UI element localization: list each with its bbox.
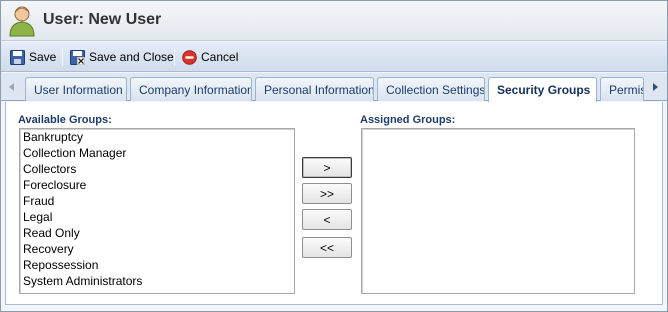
available-groups-label: Available Groups:	[18, 114, 112, 126]
security-groups-panel: Available Groups: Bankruptcy Collection …	[5, 102, 663, 305]
title-bar: User: New User	[1, 1, 667, 41]
remove-all-groups-button[interactable]: <<	[302, 237, 352, 258]
window-title: User: New User	[43, 11, 162, 28]
toolbar: Save Save and Close Cancel	[1, 42, 667, 72]
list-item[interactable]: Bankruptcy	[20, 129, 294, 145]
list-item[interactable]: Recovery	[20, 241, 294, 257]
tab-label: Company Information	[139, 82, 252, 97]
assigned-groups-listbox[interactable]	[361, 128, 635, 294]
tab-strip: User Information Company Information Per…	[1, 73, 667, 102]
remove-group-button[interactable]: <	[302, 209, 352, 230]
list-item[interactable]: Repossession	[20, 257, 294, 273]
tab-label: Permiss	[609, 82, 643, 97]
tab-security-groups[interactable]: Security Groups	[488, 77, 597, 102]
list-item[interactable]: Read Only	[20, 225, 294, 241]
tab-personal-information[interactable]: Personal Information	[255, 77, 374, 101]
tab-label: User Information	[34, 82, 123, 97]
tab-collection-settings[interactable]: Collection Settings	[377, 77, 485, 101]
save-button[interactable]: Save	[10, 48, 56, 66]
list-item[interactable]: Fraud	[20, 193, 294, 209]
user-icon	[9, 6, 35, 37]
save-and-close-label: Save and Close	[89, 50, 174, 64]
tab-label: Collection Settings	[386, 82, 485, 97]
list-item[interactable]: Foreclosure	[20, 177, 294, 193]
save-icon	[10, 49, 25, 65]
tab-scroll-left-icon[interactable]	[5, 79, 19, 95]
save-and-close-icon	[70, 49, 85, 65]
toolbar-separator	[62, 48, 63, 66]
list-item[interactable]: System Administrators	[20, 273, 294, 289]
tab-company-information[interactable]: Company Information	[130, 77, 252, 101]
list-item[interactable]: Collectors	[20, 161, 294, 177]
tab-permissions[interactable]: Permiss	[600, 77, 644, 101]
add-all-groups-button[interactable]: >>	[302, 183, 352, 204]
save-label: Save	[29, 50, 57, 64]
tab-scroll-right-icon[interactable]	[648, 79, 662, 95]
toolbar-separator	[174, 48, 175, 66]
cancel-icon	[182, 49, 197, 65]
list-item[interactable]: Legal	[20, 209, 294, 225]
user-window: User: New User Save Save and Close Cance…	[0, 0, 668, 312]
tab-user-information[interactable]: User Information	[25, 77, 127, 101]
tab-label: Personal Information	[264, 82, 374, 97]
cancel-button[interactable]: Cancel	[182, 48, 238, 66]
available-groups-listbox[interactable]: Bankruptcy Collection Manager Collectors…	[19, 128, 295, 294]
tab-label: Security Groups	[497, 83, 591, 97]
add-group-button[interactable]: >	[302, 157, 352, 178]
cancel-label: Cancel	[201, 50, 239, 64]
assigned-groups-label: Assigned Groups:	[360, 114, 456, 126]
save-and-close-button[interactable]: Save and Close	[70, 48, 174, 66]
list-item[interactable]: Collection Manager	[20, 145, 294, 161]
